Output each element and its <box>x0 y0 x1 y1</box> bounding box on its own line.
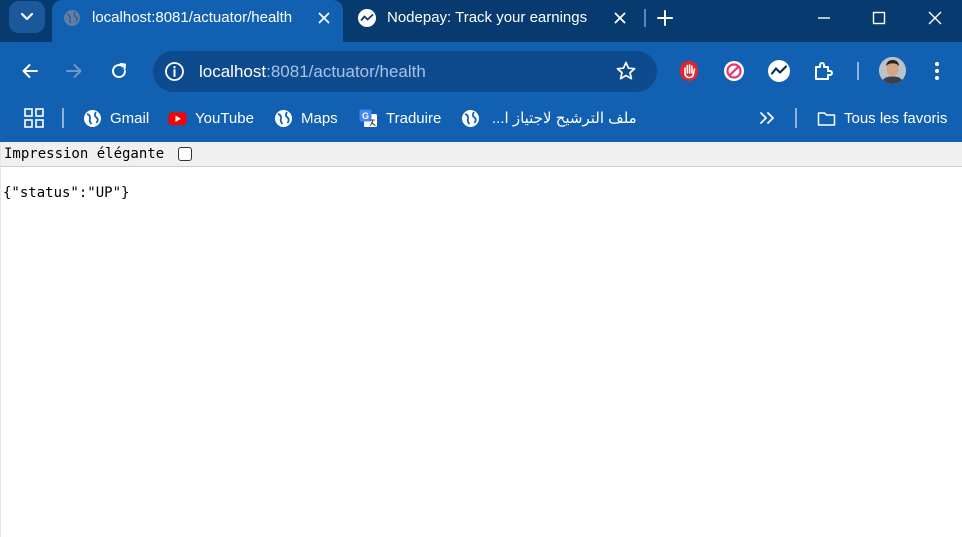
puzzle-extensions-icon[interactable] <box>812 59 836 83</box>
url-text[interactable]: localhost:8081/actuator/health <box>199 61 426 82</box>
apps-grid-icon[interactable] <box>24 108 44 128</box>
pretty-print-bar: Impression élégante <box>1 142 962 167</box>
url-host: localhost <box>199 62 267 81</box>
reload-button[interactable] <box>107 59 131 83</box>
url-path: :8081/actuator/health <box>266 62 426 81</box>
window-close-button[interactable] <box>921 4 949 32</box>
profile-avatar[interactable] <box>879 57 906 84</box>
back-arrow-icon <box>22 64 38 78</box>
all-bookmarks-label: Tous les favoris <box>844 109 948 127</box>
plus-icon <box>657 10 673 26</box>
forward-button[interactable] <box>62 59 86 83</box>
nodepay-extension-icon[interactable] <box>767 59 791 83</box>
maximize-button[interactable] <box>865 4 893 32</box>
close-icon <box>928 11 942 25</box>
bookmark-label: YouTube <box>195 109 254 127</box>
bookmark-label: Maps <box>301 109 338 127</box>
tab-separator <box>644 9 646 27</box>
globe-icon <box>275 109 292 127</box>
forward-arrow-icon <box>66 64 82 78</box>
tab-nodepay[interactable]: Nodepay: Track your earnings <box>347 0 639 42</box>
chevron-double-right-icon[interactable] <box>758 108 776 128</box>
bookmarks-bar: Gmail YouTube Maps G Traduire ملف الترشي… <box>0 100 962 142</box>
browser-toolbar: localhost:8081/actuator/health <box>0 42 962 100</box>
tab-strip: localhost:8081/actuator/health Nodepay: … <box>0 0 962 42</box>
all-bookmarks-button[interactable]: Tous les favoris <box>817 107 947 129</box>
globe-icon <box>64 10 80 26</box>
pretty-print-label[interactable]: Impression élégante <box>4 146 164 163</box>
blocker-icon[interactable] <box>722 59 746 83</box>
close-icon <box>318 12 330 24</box>
reload-icon <box>112 63 127 79</box>
nodepay-icon <box>358 9 376 27</box>
minimize-button[interactable] <box>810 4 838 32</box>
bookmark-youtube[interactable]: YouTube <box>168 107 254 129</box>
globe-icon <box>84 109 101 127</box>
bookmark-label: ملف الترشيح لاجتياز ا... <box>492 110 637 127</box>
globe-icon <box>462 109 479 127</box>
svg-text:G: G <box>362 111 369 121</box>
bookmarks-separator <box>795 108 797 128</box>
folder-icon <box>817 111 836 126</box>
tab-localhost-health[interactable]: localhost:8081/actuator/health <box>52 0 343 42</box>
bookmark-label: Gmail <box>110 109 150 127</box>
bookmark-arabic-form[interactable]: ملف الترشيح لاجتياز ا... <box>461 107 637 129</box>
site-info-icon[interactable] <box>164 61 185 82</box>
more-menu-icon[interactable] <box>927 59 947 83</box>
tab-search-button[interactable] <box>9 1 45 33</box>
bookmark-maps[interactable]: Maps <box>274 107 338 129</box>
new-tab-button[interactable] <box>654 7 676 29</box>
bookmark-star-icon[interactable] <box>615 60 637 82</box>
youtube-icon <box>168 112 187 125</box>
maximize-icon <box>872 11 886 25</box>
adblock-hand-icon[interactable] <box>677 59 701 83</box>
chevron-down-icon <box>20 12 34 21</box>
pretty-print-checkbox[interactable] <box>178 147 192 161</box>
close-icon <box>614 12 626 24</box>
tab-close-button[interactable] <box>315 9 333 27</box>
back-button[interactable] <box>18 59 42 83</box>
tab-title: Nodepay: Track your earnings <box>387 9 588 26</box>
translate-icon: G <box>359 109 377 127</box>
page-content: Impression élégante {"status":"UP"} <box>0 142 962 537</box>
tab-title: localhost:8081/actuator/health <box>92 9 293 26</box>
bookmark-gmail[interactable]: Gmail <box>83 107 149 129</box>
toolbar-separator <box>857 62 859 80</box>
avatar-photo <box>879 57 906 84</box>
minimize-icon <box>818 17 830 19</box>
address-bar[interactable]: localhost:8081/actuator/health <box>153 51 657 92</box>
json-response-body: {"status":"UP"} <box>3 185 130 201</box>
bookmark-traduire[interactable]: G Traduire <box>359 107 441 129</box>
tab-close-button[interactable] <box>611 9 629 27</box>
bookmark-label: Traduire <box>386 109 442 127</box>
bookmarks-separator <box>62 108 64 128</box>
